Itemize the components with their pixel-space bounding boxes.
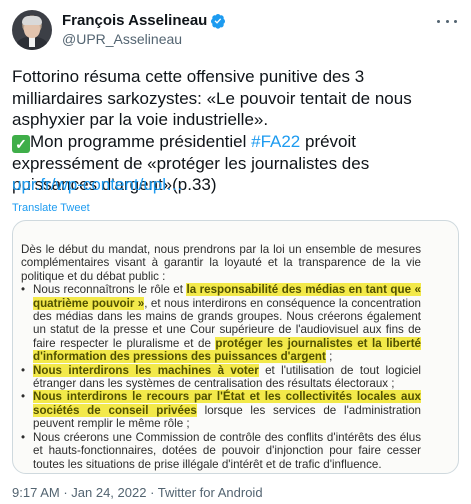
hashtag-link[interactable]: #FA22 bbox=[251, 132, 300, 151]
tweet-source: Twitter for Android bbox=[157, 485, 263, 500]
translate-tweet-link[interactable]: Translate Tweet bbox=[12, 202, 90, 215]
tweet-line: Fottorino résuma cette offensive punitiv… bbox=[12, 67, 365, 86]
tweet-header: François Asselineau @UPR_Asselineau bbox=[12, 10, 459, 56]
tweet-metadata: 9:17 AM · Jan 24, 2022 · Twitter for And… bbox=[12, 485, 263, 500]
url-link[interactable]: upr.fr/wp-content/upl… bbox=[12, 174, 183, 195]
document-bullet: Nous interdirons les machines à voter et… bbox=[21, 363, 421, 391]
document-excerpt: Dès le début du mandat, nous prendrons p… bbox=[21, 243, 421, 471]
avatar-collar bbox=[29, 37, 35, 47]
bullet-text: Nous reconnaîtrons le rôle et bbox=[33, 283, 187, 297]
tweet-line: asphyxier par la voie industrielle». bbox=[12, 110, 269, 129]
meta-separator: · bbox=[59, 485, 72, 500]
avatar-hair bbox=[22, 16, 42, 25]
tweet-line: milliardaires sarkozystes: «Le pouvoir t… bbox=[12, 88, 412, 108]
tweet-time[interactable]: 9:17 AM bbox=[12, 485, 60, 500]
bullet-text: ; bbox=[325, 350, 333, 364]
tweet-line-text: prévoit bbox=[300, 131, 357, 151]
avatar[interactable] bbox=[12, 10, 52, 50]
more-options-icon[interactable] bbox=[437, 12, 457, 30]
author-name-row: François Asselineau bbox=[62, 12, 226, 30]
tweet-line-text: Mon programme présidentiel bbox=[30, 131, 252, 151]
check-mark-icon: ✓ bbox=[12, 134, 30, 153]
document-bullet: Nous reconnaîtrons le rôle et la respons… bbox=[21, 283, 421, 364]
document-bullet: Nous créerons une Commission de contrôle… bbox=[21, 431, 421, 471]
document-bullet: Nous interdirons le recours par l'État e… bbox=[21, 390, 421, 430]
tweet-line: expressément de «protéger les journalist… bbox=[12, 153, 370, 173]
tweet-date[interactable]: Jan 24, 2022 bbox=[71, 485, 146, 500]
author-name[interactable]: François Asselineau bbox=[62, 12, 207, 30]
attached-image[interactable]: Dès le début du mandat, nous prendrons p… bbox=[12, 220, 459, 474]
meta-separator: · bbox=[146, 485, 158, 500]
tweet-line: ✓ Mon programme présidentiel #FA22 prévoi… bbox=[12, 131, 459, 153]
author-handle[interactable]: @UPR_Asselineau bbox=[62, 31, 182, 48]
bullet-text: Nous créerons une Commission de contrôle… bbox=[33, 430, 421, 471]
bullet-highlight: Nous interdirons les machines à voter bbox=[33, 363, 259, 377]
document-intro: Dès le début du mandat, nous prendrons p… bbox=[21, 243, 421, 283]
verified-badge-icon bbox=[211, 14, 226, 29]
